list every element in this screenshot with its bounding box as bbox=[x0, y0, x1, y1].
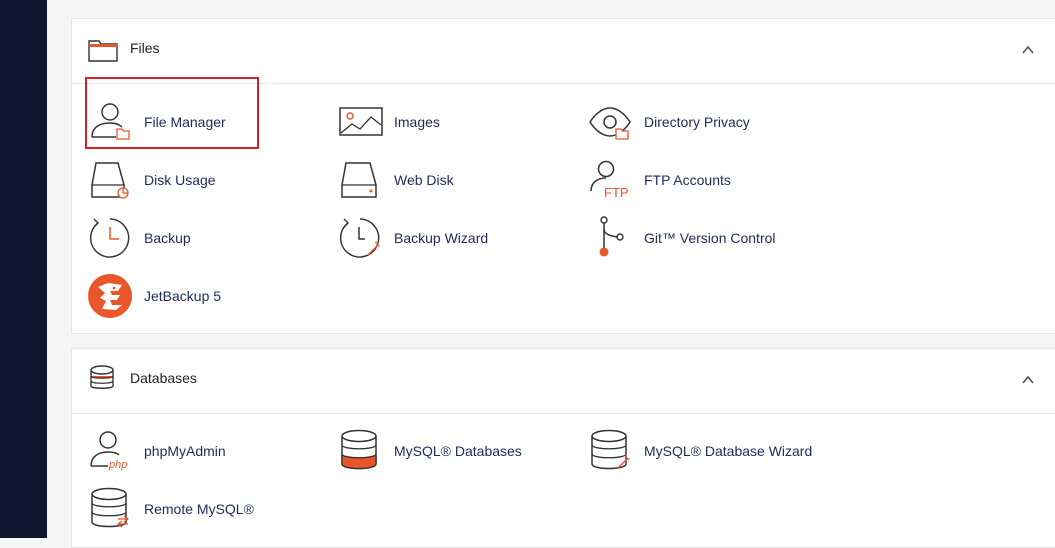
remote-mysql-link[interactable]: Remote MySQL® bbox=[88, 486, 328, 532]
phpmyadmin-link[interactable]: php phpMyAdmin bbox=[88, 428, 328, 474]
disk-usage-label: Disk Usage bbox=[144, 172, 216, 188]
eye-folder-icon bbox=[589, 107, 631, 140]
directory-privacy-label: Directory Privacy bbox=[644, 114, 750, 130]
disk-usage-icon bbox=[91, 162, 129, 199]
backup-link[interactable]: Backup bbox=[88, 215, 328, 261]
files-panel-header[interactable]: Files bbox=[72, 19, 1055, 84]
phpmyadmin-label: phpMyAdmin bbox=[144, 443, 226, 459]
backup-wizard-label: Backup Wizard bbox=[394, 230, 489, 246]
clock-icon bbox=[89, 218, 130, 258]
php-user-icon: php bbox=[90, 431, 127, 471]
git-branch-icon bbox=[599, 216, 624, 257]
mysql-database-wizard-label: MySQL® Database Wizard bbox=[644, 443, 813, 459]
clock-wand-icon bbox=[339, 218, 380, 258]
backup-label: Backup bbox=[144, 230, 191, 246]
jetbackup-logo-icon bbox=[88, 274, 132, 318]
web-disk-label: Web Disk bbox=[394, 172, 454, 188]
left-sidebar bbox=[0, 0, 47, 538]
database-icon bbox=[90, 365, 114, 389]
databases-panel-title: Databases bbox=[130, 370, 197, 386]
web-disk-icon bbox=[341, 162, 377, 198]
jetbackup-label: JetBackup 5 bbox=[144, 288, 222, 304]
backup-wizard-link[interactable]: Backup Wizard bbox=[338, 215, 578, 261]
jetbackup-link[interactable]: JetBackup 5 bbox=[88, 273, 328, 319]
ftp-accounts-label: FTP Accounts bbox=[644, 172, 731, 188]
chevron-up-icon[interactable] bbox=[1021, 373, 1035, 387]
images-label: Images bbox=[394, 114, 440, 130]
mysql-database-wizard-link[interactable]: MySQL® Database Wizard bbox=[588, 428, 828, 474]
database-icon bbox=[341, 429, 377, 470]
remote-mysql-label: Remote MySQL® bbox=[144, 501, 254, 517]
folder-icon bbox=[88, 40, 118, 62]
database-wand-icon bbox=[591, 429, 630, 470]
mysql-databases-label: MySQL® Databases bbox=[394, 443, 522, 459]
file-manager-link[interactable]: File Manager bbox=[88, 99, 328, 145]
file-manager-label: File Manager bbox=[144, 114, 226, 130]
directory-privacy-link[interactable]: Directory Privacy bbox=[588, 99, 828, 145]
database-remote-icon bbox=[91, 487, 129, 528]
images-icon bbox=[339, 107, 383, 136]
ftp-accounts-link[interactable]: FTP FTP Accounts bbox=[588, 157, 828, 203]
git-version-control-label: Git™ Version Control bbox=[644, 230, 776, 246]
ftp-user-icon: FTP bbox=[590, 160, 629, 200]
mysql-databases-link[interactable]: MySQL® Databases bbox=[338, 428, 578, 474]
databases-panel-header[interactable]: Databases bbox=[72, 349, 1055, 414]
images-link[interactable]: Images bbox=[338, 99, 578, 145]
files-panel-title: Files bbox=[130, 40, 160, 56]
php-icon-text: php bbox=[108, 459, 127, 471]
chevron-up-icon[interactable] bbox=[1021, 43, 1035, 57]
git-version-control-link[interactable]: Git™ Version Control bbox=[588, 215, 828, 261]
disk-usage-link[interactable]: Disk Usage bbox=[88, 157, 328, 203]
web-disk-link[interactable]: Web Disk bbox=[338, 157, 578, 203]
file-manager-icon bbox=[91, 103, 130, 140]
ftp-icon-text: FTP bbox=[604, 185, 629, 200]
